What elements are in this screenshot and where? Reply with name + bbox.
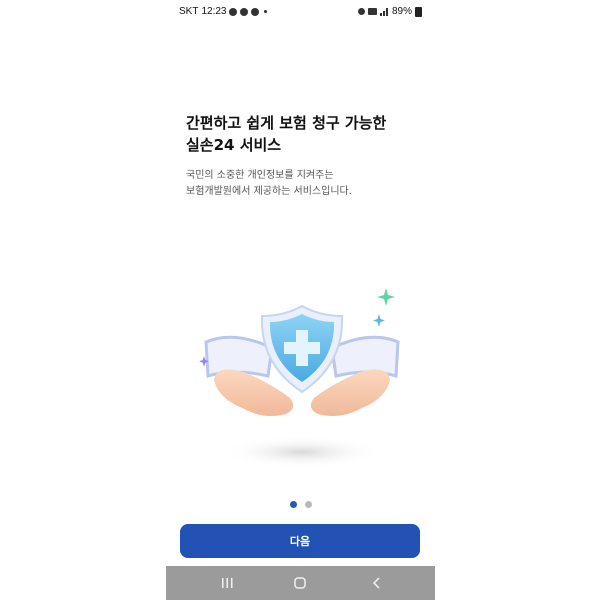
next-button[interactable]: 다음 <box>180 524 420 558</box>
status-left: SKT 12:23 <box>179 6 268 17</box>
left-sleeve <box>204 335 274 378</box>
description-line-2: 보험개발원에서 제공하는 서비스입니다. <box>186 186 352 197</box>
alarm-icon <box>357 8 365 15</box>
ground-shadow <box>222 436 382 468</box>
page-description: 국민의 소중한 개인정보를 지켜주는 보험개발원에서 제공하는 서비스입니다. <box>186 168 426 200</box>
carrier-label: SKT <box>179 6 199 17</box>
status-bar: SKT 12:23 89% <box>166 0 435 24</box>
back-icon[interactable] <box>367 575 387 591</box>
page-dot-1[interactable] <box>289 501 297 508</box>
status-right: 89% <box>357 6 422 17</box>
insurance-shield-illustration <box>199 288 400 468</box>
right-hand <box>310 369 390 416</box>
description-line-1: 국민의 소중한 개인정보를 지켜주는 <box>186 170 334 181</box>
signal-icon <box>379 7 389 16</box>
recent-apps-icon[interactable] <box>217 575 237 591</box>
chat-icon <box>229 7 238 16</box>
page-dot-2[interactable] <box>304 501 312 508</box>
right-sleeve <box>330 335 400 378</box>
page-title: 간편하고 쉽게 보험 청구 가능한 실손24 서비스 <box>186 112 426 156</box>
battery-percent: 89% <box>391 6 412 17</box>
title-line-1: 간편하고 쉽게 보험 청구 가능한 <box>186 114 387 132</box>
wifi-calling-icon <box>367 8 377 15</box>
sparkle-green-icon <box>377 288 395 306</box>
sparkle-blue-icon <box>373 314 385 327</box>
phone-screen: SKT 12:23 89% 간편하고 쉽게 보험 청구 가능한 실손24 서비스… <box>166 0 435 600</box>
home-icon[interactable] <box>290 575 310 591</box>
left-hand <box>214 369 294 416</box>
title-line-2: 실손24 서비스 <box>186 136 282 154</box>
more-notifications-icon <box>264 10 268 13</box>
navigation-bar <box>166 566 435 600</box>
app-notification-icon <box>251 7 260 16</box>
page-indicator <box>166 501 435 508</box>
battery-icon <box>415 6 422 17</box>
clock: 12:23 <box>201 6 227 17</box>
notification-icon <box>240 7 249 16</box>
